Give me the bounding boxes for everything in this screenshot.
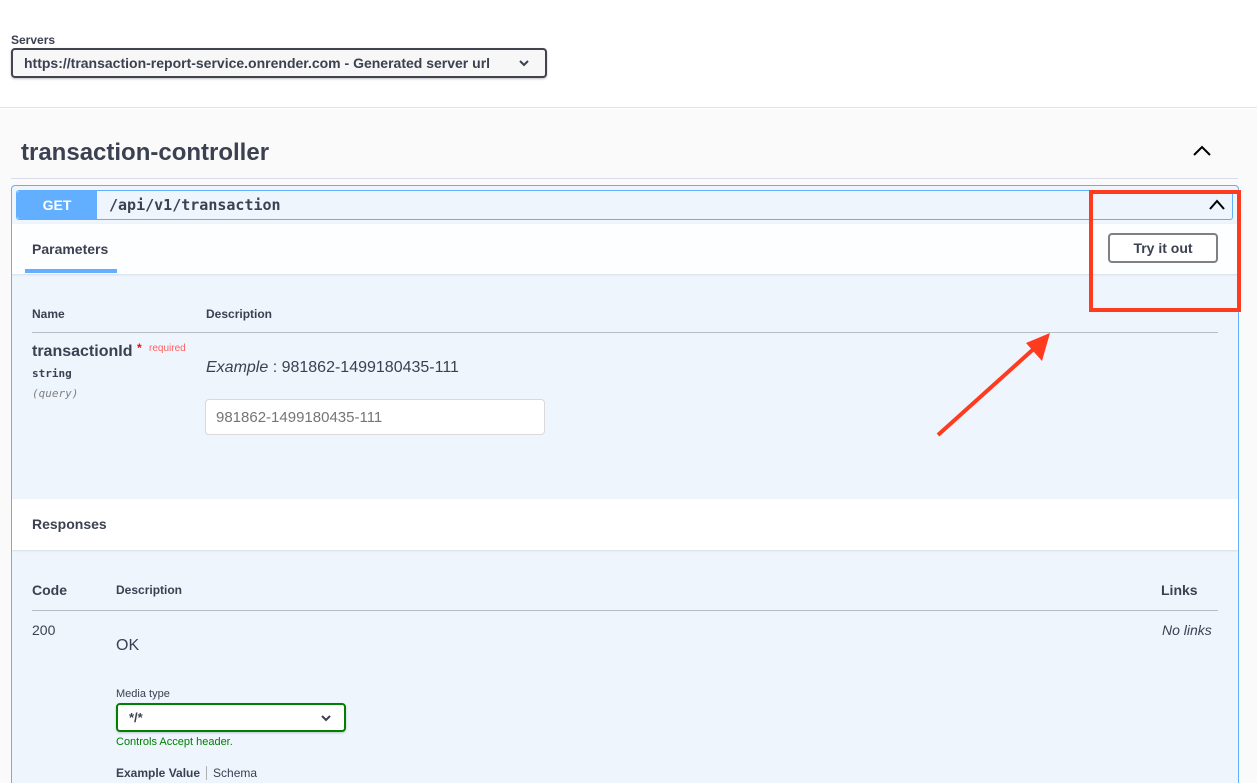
servers-label: Servers: [11, 33, 56, 47]
param-name: transactionId: [32, 343, 133, 360]
main-section: transaction-controller GET /api/v1/trans…: [0, 109, 1257, 783]
tab-underline: [25, 269, 117, 273]
example-value: : 981862-1499180435-111: [268, 359, 459, 376]
responses-header: Responses: [12, 499, 1238, 550]
tab-schema[interactable]: Schema: [213, 766, 257, 780]
media-type-label: Media type: [116, 688, 170, 700]
tab-separator: [206, 766, 208, 780]
arrow-icon: [936, 333, 1050, 437]
server-select[interactable]: https://transaction-report-service.onren…: [11, 48, 547, 78]
param-location: (query): [32, 387, 79, 400]
highlight-box: [1089, 190, 1241, 312]
example-label: Example: [206, 359, 269, 376]
responses-title: Responses: [32, 516, 107, 532]
column-name-header: Name: [32, 307, 65, 321]
servers-section: Servers https://transaction-report-servi…: [0, 0, 1257, 108]
response-links: No links: [1162, 622, 1212, 638]
required-star: *: [137, 341, 142, 355]
column-description-header: Description: [206, 307, 273, 321]
chevron-up-icon[interactable]: [1192, 144, 1212, 158]
tag-divider: [11, 178, 1238, 179]
chevron-down-icon: [321, 715, 331, 722]
opblock-get: GET /api/v1/transaction Parameters Try i…: [11, 185, 1239, 783]
required-label: required: [149, 343, 186, 354]
media-type-value: */*: [129, 710, 143, 725]
operation-summary[interactable]: GET /api/v1/transaction: [16, 190, 1233, 220]
tab-parameters[interactable]: Parameters: [32, 241, 108, 257]
chevron-down-icon: [519, 60, 529, 67]
param-type: string: [32, 367, 72, 380]
method-badge: GET: [17, 191, 97, 219]
media-type-select[interactable]: */*: [116, 703, 346, 732]
server-select-value: https://transaction-report-service.onren…: [24, 55, 491, 71]
tab-example-value[interactable]: Example Value: [116, 766, 200, 780]
column-links-header: Links: [1161, 582, 1198, 598]
media-type-hint: Controls Accept header.: [116, 736, 233, 748]
column-code-header: Code: [32, 582, 67, 598]
response-code: 200: [32, 622, 56, 638]
param-example: Example : 981862-1499180435-111: [206, 359, 459, 377]
response-description: OK: [116, 637, 140, 654]
parameters-header: Parameters Try it out: [12, 224, 1238, 274]
transaction-id-input[interactable]: [205, 399, 545, 435]
tag-title[interactable]: transaction-controller: [21, 139, 269, 167]
operation-path: /api/v1/transaction: [109, 196, 281, 214]
responses-divider: [32, 610, 1218, 611]
example-tabs: Example Value Schema: [116, 766, 257, 780]
column-response-description-header: Description: [116, 583, 183, 597]
